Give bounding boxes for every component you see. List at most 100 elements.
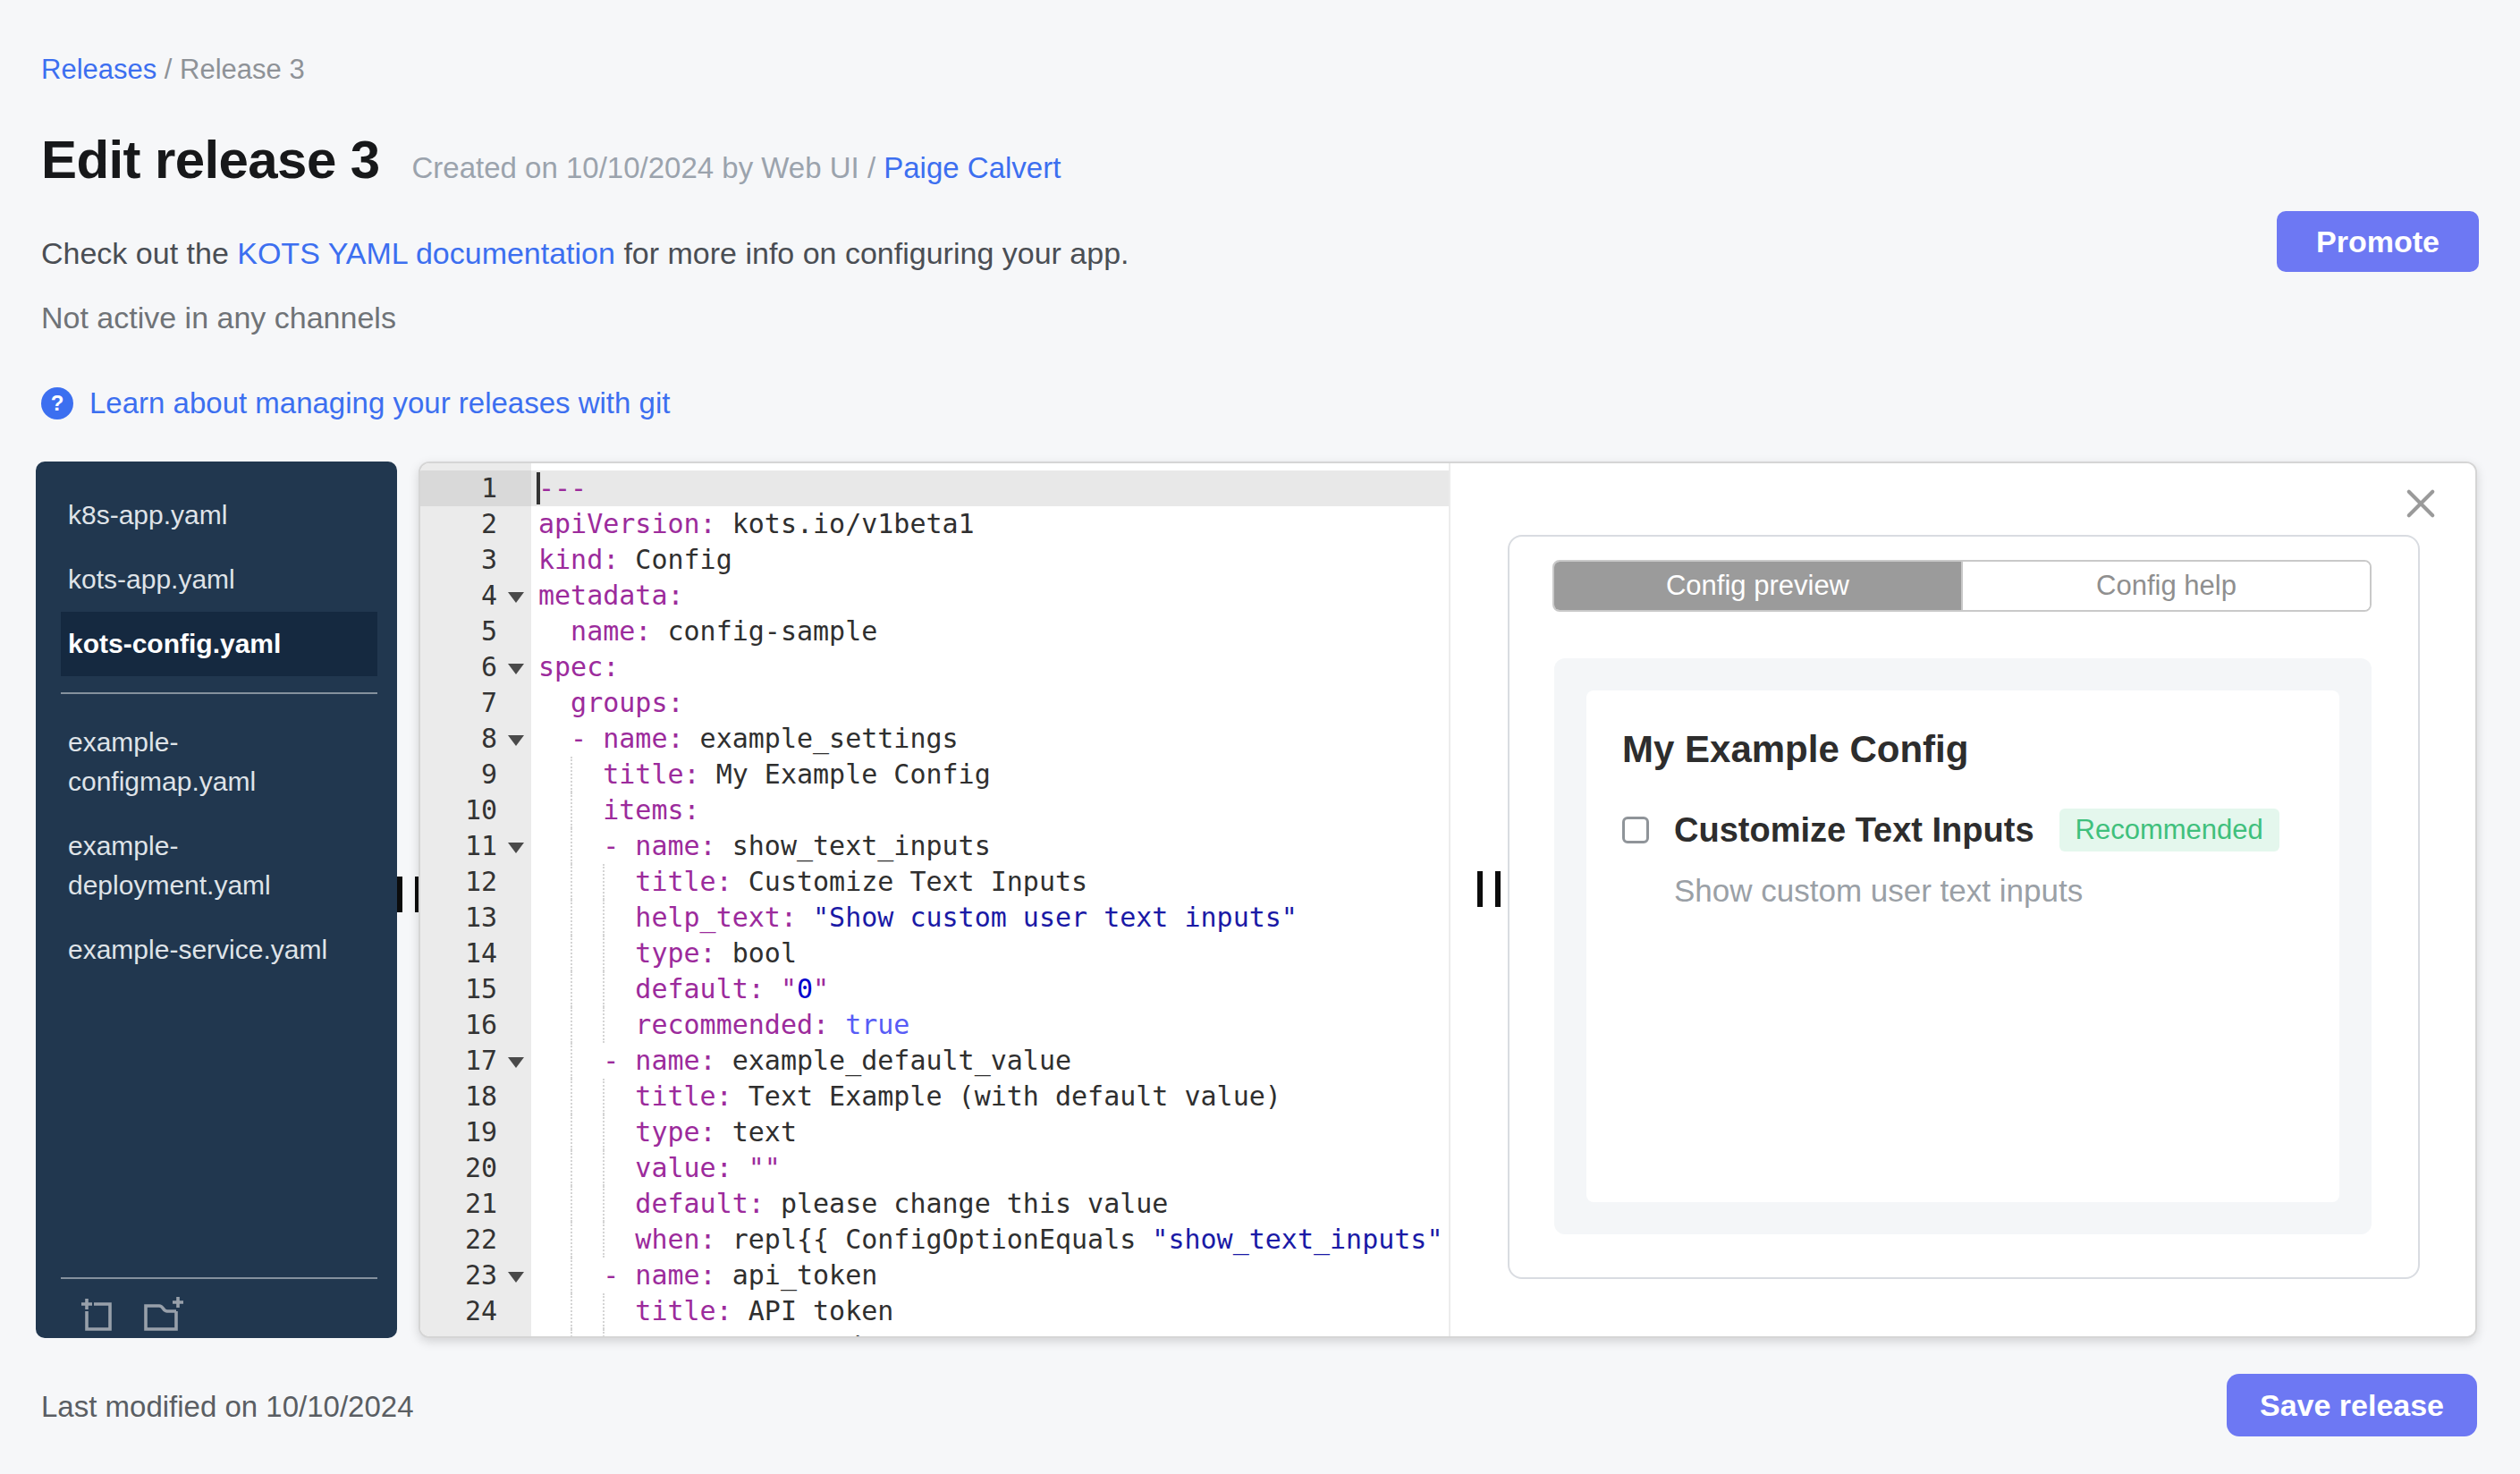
gutter-line-18: 18 (420, 1079, 531, 1114)
code-line-20: value: "" (531, 1150, 1449, 1186)
code-line-5: name: config-sample (531, 614, 1449, 649)
indent-guide (603, 1186, 605, 1222)
git-help-link[interactable]: Learn about managing your releases with … (89, 386, 670, 420)
indent-guide (571, 1043, 572, 1079)
code-line-23: - name: api_token (531, 1258, 1449, 1293)
gutter-line-13: 13 (420, 900, 531, 936)
code-line-1: --- (531, 470, 1449, 506)
indent-guide (571, 1293, 572, 1329)
code-line-13: help_text: "Show custom user text inputs… (531, 900, 1449, 936)
code-line-17: - name: example_default_value (531, 1043, 1449, 1079)
recommended-badge: Recommended (2059, 809, 2279, 851)
code-line-25: type: password (531, 1329, 1449, 1336)
gutter-line-6: 6 (420, 649, 531, 685)
indent-guide (571, 828, 572, 864)
gutter-line-12: 12 (420, 864, 531, 900)
tab-config-help[interactable]: Config help (1961, 562, 2370, 610)
gutter-line-22: 22 (420, 1222, 531, 1258)
kots-yaml-docs-link[interactable]: KOTS YAML documentation (237, 236, 615, 270)
indent-guide (603, 900, 605, 936)
yaml-editor: 1234567891011121314151617181920212223242… (419, 462, 2477, 1338)
editor-resize-handle[interactable] (1477, 871, 1501, 907)
indent-guide (571, 1258, 572, 1293)
file-list: k8s-app.yamlkots-app.yamlkots-config.yam… (61, 483, 377, 1277)
fold-arrow-icon[interactable] (508, 664, 524, 674)
code-line-19: type: text (531, 1114, 1449, 1150)
indent-guide (603, 1079, 605, 1114)
customize-text-inputs-checkbox[interactable] (1622, 817, 1649, 843)
question-icon: ? (41, 387, 73, 419)
indent-guide (571, 1114, 572, 1150)
code-line-15: default: "0" (531, 971, 1449, 1007)
file-item-example-deployment.yaml[interactable]: example-deployment.yaml (61, 814, 377, 918)
fold-arrow-icon[interactable] (508, 592, 524, 603)
docs-prefix: Check out the (41, 236, 237, 270)
indent-guide (603, 1293, 605, 1329)
indent-guide (571, 757, 572, 792)
gutter-line-1: 1 (420, 470, 531, 506)
sidebar-resize-handle[interactable] (397, 877, 420, 912)
fold-arrow-icon[interactable] (508, 1272, 524, 1283)
breadcrumb-releases-link[interactable]: Releases (41, 54, 156, 85)
code-line-14: type: bool (531, 936, 1449, 971)
indent-guide (603, 971, 605, 1007)
indent-guide (571, 1079, 572, 1114)
file-sidebar: k8s-app.yamlkots-app.yamlkots-config.yam… (36, 462, 397, 1338)
code-line-7: groups: (531, 685, 1449, 721)
file-item-example-configmap.yaml[interactable]: example-configmap.yaml (61, 710, 377, 814)
save-release-button[interactable]: Save release (2227, 1374, 2477, 1436)
code-line-11: - name: show_text_inputs (531, 828, 1449, 864)
breadcrumb: Releases / Release 3 (41, 54, 305, 86)
last-modified: Last modified on 10/10/2024 (41, 1390, 413, 1424)
indent-guide (571, 971, 572, 1007)
fold-arrow-icon[interactable] (508, 843, 524, 853)
author-link[interactable]: Paige Calvert (884, 151, 1061, 184)
indent-guide (571, 792, 572, 828)
indent-guide (603, 1150, 605, 1186)
indent-guide (571, 1222, 572, 1258)
new-file-icon[interactable] (138, 1296, 188, 1334)
file-item-k8s-app.yaml[interactable]: k8s-app.yaml (61, 483, 377, 547)
file-item-kots-config.yaml[interactable]: kots-config.yaml (61, 612, 377, 676)
code-line-3: kind: Config (531, 542, 1449, 578)
docs-line: Check out the KOTS YAML documentation fo… (41, 236, 1129, 271)
indent-guide (571, 1150, 572, 1186)
editor-gutter: 1234567891011121314151617181920212223242… (420, 463, 531, 1336)
channel-status: Not active in any channels (41, 301, 396, 335)
file-item-example-service.yaml[interactable]: example-service.yaml (61, 918, 377, 982)
upload-file-icon[interactable] (79, 1296, 116, 1334)
code-line-16: recommended: true (531, 1007, 1449, 1043)
indent-guide (571, 900, 572, 936)
promote-button[interactable]: Promote (2277, 211, 2479, 272)
gutter-line-20: 20 (420, 1150, 531, 1186)
indent-guide (603, 1329, 605, 1336)
indent-guide (571, 1186, 572, 1222)
editor-code[interactable]: ---apiVersion: kots.io/v1beta1kind: Conf… (531, 463, 1449, 1336)
config-group-card: My Example Config Customize Text Inputs … (1586, 690, 2339, 1202)
code-line-10: items: (531, 792, 1449, 828)
preview-tabs: Config previewConfig help (1552, 560, 2372, 612)
gutter-line-15: 15 (420, 971, 531, 1007)
close-icon[interactable] (2406, 488, 2436, 519)
created-info: Created on 10/10/2024 by Web UI / Paige … (412, 151, 1061, 185)
gutter-line-8: 8 (420, 721, 531, 757)
gutter-line-3: 3 (420, 542, 531, 578)
code-line-9: title: My Example Config (531, 757, 1449, 792)
fold-arrow-icon[interactable] (508, 1057, 524, 1068)
gutter-line-11: 11 (420, 828, 531, 864)
code-line-18: title: Text Example (with default value) (531, 1079, 1449, 1114)
gutter-line-2: 2 (420, 506, 531, 542)
indent-guide (603, 1007, 605, 1043)
sidebar-divider (61, 692, 377, 694)
indent-guide (603, 1222, 605, 1258)
file-item-kots-app.yaml[interactable]: kots-app.yaml (61, 547, 377, 612)
tab-config-preview[interactable]: Config preview (1554, 562, 1961, 610)
sidebar-actions (61, 1277, 377, 1338)
config-item-help: Show custom user text inputs (1674, 873, 2304, 909)
code-line-4: metadata: (531, 578, 1449, 614)
gutter-line-19: 19 (420, 1114, 531, 1150)
gutter-line-24: 24 (420, 1293, 531, 1329)
code-line-2: apiVersion: kots.io/v1beta1 (531, 506, 1449, 542)
fold-arrow-icon[interactable] (508, 735, 524, 746)
docs-suffix: for more info on configuring your app. (615, 236, 1129, 270)
